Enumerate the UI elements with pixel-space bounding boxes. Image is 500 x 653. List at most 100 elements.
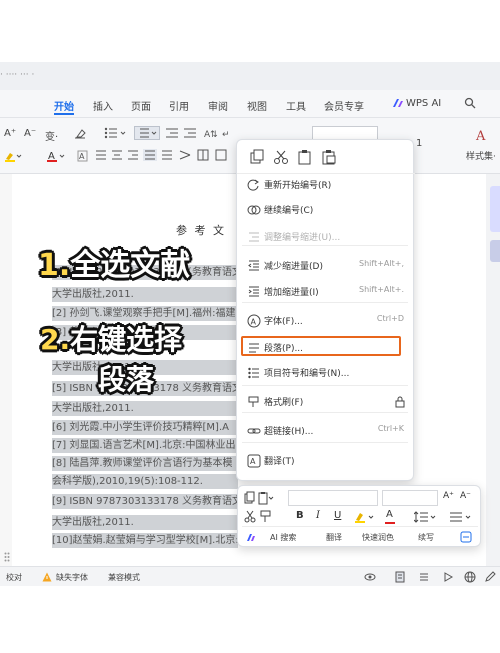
styles-icon[interactable]: A <box>474 127 488 143</box>
context-menu-item-shortcut: Shift+Alt+. <box>359 285 404 294</box>
adjust-indent-icon <box>249 232 259 242</box>
shrink-font-button[interactable]: A⁻ <box>24 128 36 139</box>
underline-button[interactable]: U <box>334 510 341 521</box>
context-menu-item[interactable]: 增加缩进量(I) Shift+Alt+. <box>236 280 414 304</box>
context-menu-item-label: 继续编号(C) <box>264 206 314 216</box>
menu-references[interactable]: 引用 <box>169 98 189 113</box>
reference-line[interactable]: [10]赵莹娟.赵莹娟与学习型学校[M].北京: <box>52 533 238 548</box>
mini-highlight-icon[interactable] <box>354 510 378 524</box>
bullet-list-icon[interactable] <box>104 127 130 139</box>
reference-line[interactable]: [9] ISBN 9787303133178 义务教育语文课 <box>52 494 238 509</box>
line-spacing-value[interactable]: 1 <box>416 138 422 149</box>
context-menu-item-shortcut: Ctrl+D <box>376 314 404 323</box>
font-size-dropdown[interactable] <box>382 490 438 506</box>
font-name-dropdown[interactable] <box>288 490 378 506</box>
context-menu-separator <box>242 245 408 246</box>
step2-line2: 段落 <box>98 363 155 396</box>
mini-toolbar-more-icon[interactable] <box>460 531 472 543</box>
mini-copy-paste-icons[interactable] <box>244 491 274 505</box>
step2-number: 2. <box>40 323 71 356</box>
bold-button[interactable]: B <box>296 510 304 521</box>
grow-font-button[interactable]: A⁺ <box>4 128 16 139</box>
step1-annotation: 1.全选文献 <box>38 240 190 284</box>
context-menu-item[interactable]: 超链接(H)... Ctrl+K <box>236 419 414 443</box>
document-tab[interactable]: · ···· ··· · <box>0 70 34 80</box>
wps-ai-small-icon <box>247 534 255 541</box>
menu-insert[interactable]: 插入 <box>93 98 113 113</box>
menu-page[interactable]: 页面 <box>131 98 151 113</box>
menu-tools[interactable]: 工具 <box>286 98 306 113</box>
reference-line[interactable]: 大学出版社,2011. <box>52 515 238 530</box>
paste-icon[interactable] <box>297 149 313 165</box>
translate-icon: A <box>247 454 261 468</box>
paragraph-alignment-icons[interactable] <box>96 149 236 161</box>
step1-text: 全选文献 <box>70 248 191 283</box>
missing-font-status[interactable]: 缺失字体 <box>56 572 88 583</box>
menu-member[interactable]: 会员专享 <box>324 98 364 113</box>
mini-cut-brush-icons[interactable] <box>244 509 274 523</box>
drag-handle-icon[interactable] <box>4 552 10 562</box>
menu-bar: 开始 插入 页面 引用 审阅 视图 工具 会员专享 WPS AI <box>0 90 500 118</box>
menu-home[interactable]: 开始 <box>54 98 74 113</box>
step1-number: 1. <box>38 248 71 283</box>
right-panel-tab[interactable] <box>490 186 500 232</box>
clipboard-icons-row <box>237 140 415 174</box>
eye-protection-icon[interactable] <box>364 571 376 583</box>
context-menu-item[interactable]: A 字体(F)... Ctrl+D <box>236 309 414 333</box>
mini-grow-font[interactable]: A⁺ <box>443 491 454 501</box>
hyperlink-icon <box>247 428 261 434</box>
menu-wps-ai[interactable]: WPS AI <box>406 98 441 109</box>
clear-format-icon[interactable] <box>74 127 86 139</box>
reference-line[interactable]: [6] 刘光霞.中小学生评价技巧精粹[M].A <box>52 420 238 435</box>
reference-line[interactable]: [8] 陆昌萍.教师课堂评价言语行为基本模 <box>52 456 238 471</box>
decrease-indent-icon <box>248 260 259 271</box>
reference-line[interactable]: [7] 刘显国.语言艺术[M].北京:中国林业出 <box>52 438 238 453</box>
page-view-icon[interactable] <box>394 571 406 583</box>
svg-text:↵: ↵ <box>222 130 230 139</box>
bullets-numbering-icon <box>248 367 259 379</box>
context-menu-item[interactable]: 继续编号(C) <box>236 198 414 222</box>
ai-search-button[interactable]: AI 搜索 <box>270 532 296 543</box>
translate-button[interactable]: 翻译 <box>326 532 342 543</box>
play-icon[interactable] <box>442 571 454 583</box>
right-panel-tab-secondary[interactable] <box>490 240 500 262</box>
menu-view[interactable]: 视图 <box>247 98 267 113</box>
italic-button[interactable]: I <box>316 510 320 521</box>
change-case-button[interactable]: 变· <box>45 128 58 143</box>
edit-pen-icon[interactable] <box>484 571 496 583</box>
context-menu-item-shortcut: Shift+Alt+, <box>359 259 404 268</box>
context-menu-item-shortcut: Ctrl+K <box>377 424 404 433</box>
menu-review[interactable]: 审阅 <box>208 98 228 113</box>
step2-annotation-line2: 段落 <box>98 358 154 398</box>
format-painter-icon <box>248 396 259 407</box>
web-view-icon[interactable] <box>464 571 476 583</box>
continue-write-button[interactable]: 续写 <box>418 532 434 543</box>
format-painter-lock-icon[interactable] <box>394 396 406 408</box>
styles-set-label[interactable]: 样式集· <box>466 149 496 162</box>
context-menu-item[interactable]: A 翻译(T) <box>236 449 414 473</box>
mini-font-color-button[interactable]: A <box>386 509 393 520</box>
reference-line[interactable]: 大学出版社,2011. <box>52 401 238 416</box>
restart-numbering-icon <box>247 179 259 191</box>
quick-polish-button[interactable]: 快速润色 <box>362 532 394 543</box>
reference-line[interactable]: 会科学版),2010,19(5):108-112. <box>52 474 238 489</box>
copy-icon[interactable] <box>249 149 265 165</box>
context-menu-item[interactable]: 格式刷(F) <box>236 390 414 414</box>
references-heading: 参 考 文 <box>176 224 226 237</box>
proofread-status[interactable]: 校对 <box>6 572 22 583</box>
numbered-list-icon[interactable] <box>134 126 160 140</box>
context-menu-item[interactable]: 减少缩进量(D) Shift+Alt+, <box>236 254 414 278</box>
left-margin <box>0 174 12 566</box>
mini-shrink-font[interactable]: A⁻ <box>460 491 471 501</box>
paste-special-icon[interactable] <box>321 149 337 165</box>
outline-view-icon[interactable] <box>418 571 430 583</box>
increase-indent-icon <box>248 286 259 297</box>
reference-line[interactable]: 大学出版社,2011. <box>52 287 238 302</box>
mini-spacing-list-icons[interactable] <box>414 510 478 524</box>
search-icon[interactable] <box>464 97 476 109</box>
context-menu-item[interactable]: 项目符号和编号(N)... <box>236 361 414 385</box>
indent-tools-icon[interactable]: A⇅ ↵ <box>166 127 236 139</box>
warning-icon <box>42 572 52 582</box>
cut-icon[interactable] <box>273 149 289 165</box>
context-menu-item[interactable]: 重新开始编号(R) <box>236 173 414 197</box>
